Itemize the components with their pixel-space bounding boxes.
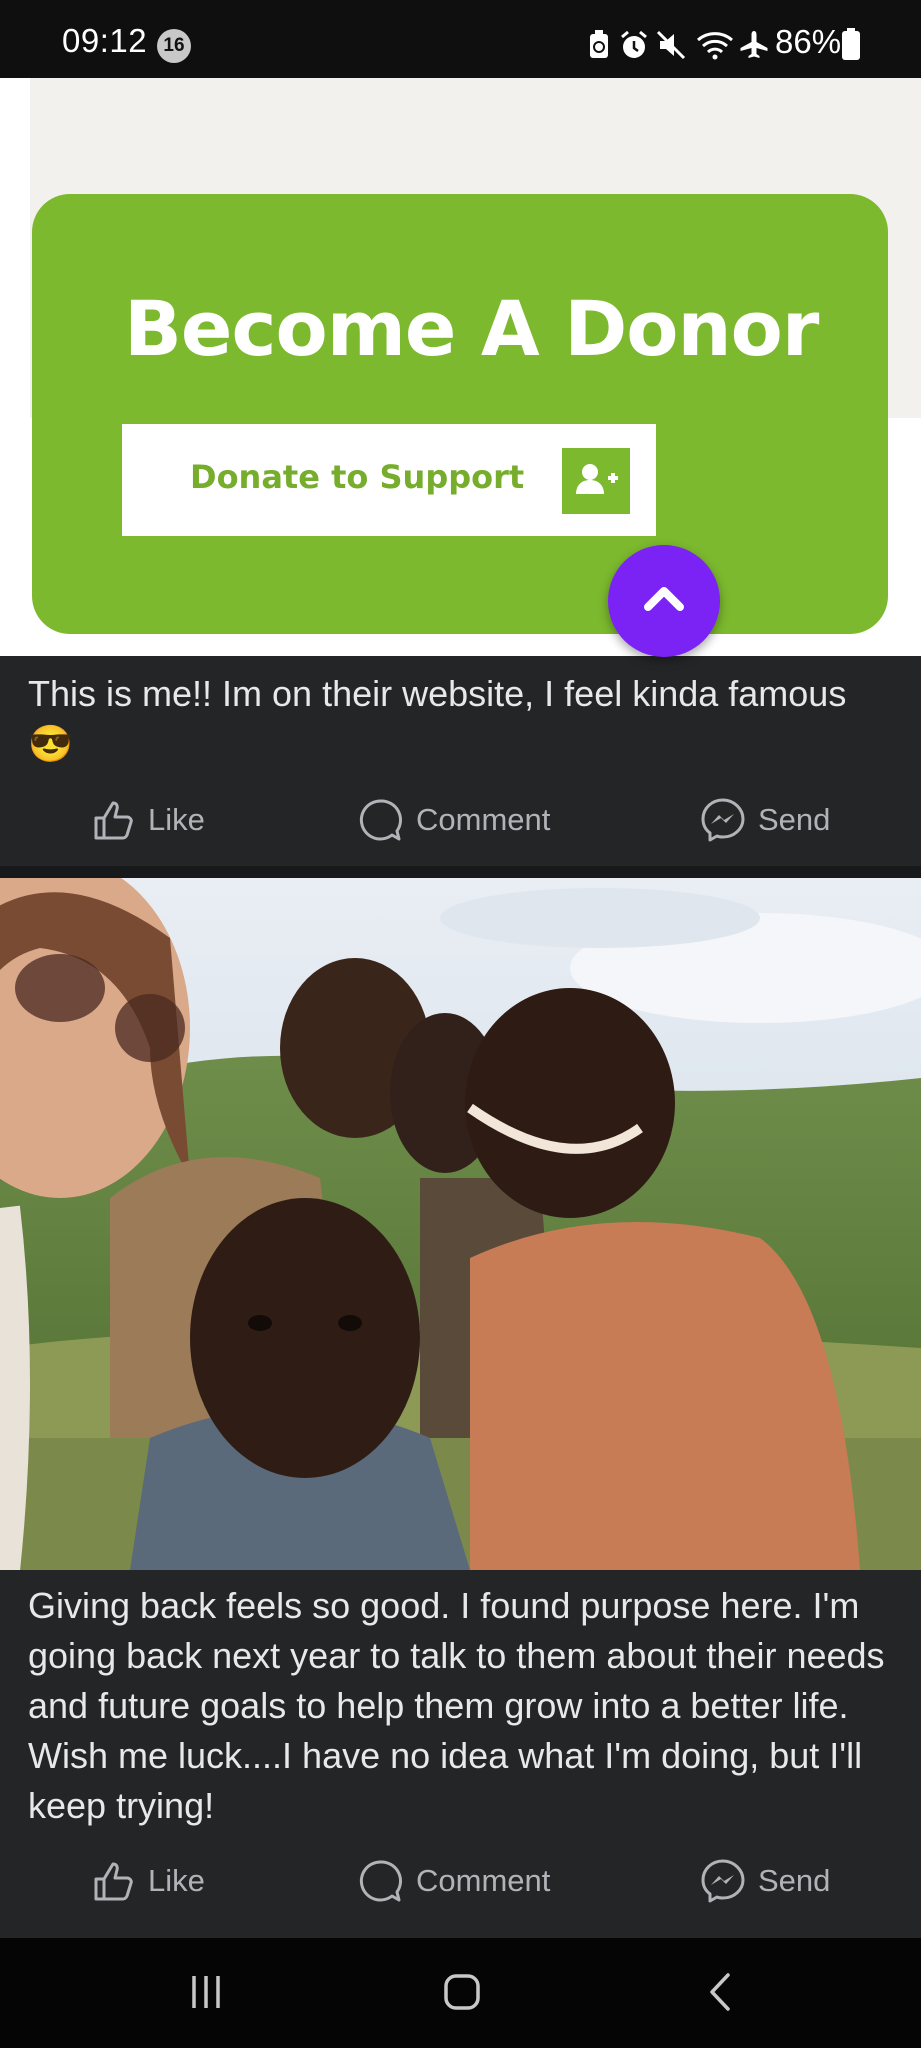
- post1-image[interactable]: Become A Donor Donate to Support: [0, 78, 921, 657]
- send-button[interactable]: Send: [700, 780, 830, 860]
- navigation-bar: [0, 1938, 921, 2048]
- thumbs-up-icon: [94, 1862, 133, 1901]
- post2-photo[interactable]: [0, 878, 921, 1570]
- add-user-icon: [562, 448, 630, 514]
- post2-caption: Giving back feels so good. I found purpo…: [28, 1585, 885, 1826]
- send-label: Send: [758, 1863, 831, 1898]
- comment-icon: [359, 799, 402, 841]
- status-bar: 09:12 16 86%: [0, 0, 921, 78]
- like-label: Like: [148, 802, 205, 837]
- chevron-up-icon: [644, 587, 684, 611]
- send-button[interactable]: Send: [700, 1841, 830, 1921]
- wifi-icon: [697, 32, 733, 60]
- comment-button[interactable]: Comment: [358, 780, 550, 860]
- like-button[interactable]: Like: [92, 780, 205, 860]
- messenger-icon: [701, 1859, 745, 1903]
- alarm-icon: [621, 30, 647, 58]
- battery-icon: [842, 28, 860, 60]
- banner-heading: Become A Donor: [124, 284, 819, 373]
- post1-caption: This is me!! Im on their website, I feel…: [28, 673, 847, 764]
- like-button[interactable]: Like: [92, 1841, 205, 1921]
- status-time: 09:12: [62, 22, 148, 59]
- notification-count-badge: 16: [157, 29, 191, 63]
- comment-icon: [359, 1860, 402, 1902]
- recent-apps-icon[interactable]: [186, 1972, 226, 2012]
- airplane-icon: [740, 31, 768, 58]
- battery-percentage: 86%: [775, 23, 842, 60]
- messenger-icon: [701, 798, 745, 842]
- post2-action-bar: Like Comment Send: [0, 1841, 921, 1921]
- donate-button-label: Donate to Support: [190, 458, 525, 496]
- comment-label: Comment: [416, 802, 551, 837]
- donate-to-support-button: Donate to Support: [122, 424, 656, 536]
- post1-action-bar: Like Comment Send: [0, 780, 921, 860]
- scroll-to-top-button: [608, 545, 720, 657]
- comment-button[interactable]: Comment: [358, 1841, 550, 1921]
- comment-label: Comment: [416, 1863, 551, 1898]
- become-donor-banner: Become A Donor Donate to Support: [32, 194, 888, 634]
- thumbs-up-icon: [94, 801, 133, 840]
- send-label: Send: [758, 802, 831, 837]
- like-label: Like: [148, 1863, 205, 1898]
- battery-saver-icon: [590, 30, 608, 58]
- home-icon[interactable]: [442, 1972, 482, 2012]
- mute-icon: [656, 30, 686, 60]
- back-icon[interactable]: [702, 1972, 742, 2012]
- post-separator: [0, 866, 921, 878]
